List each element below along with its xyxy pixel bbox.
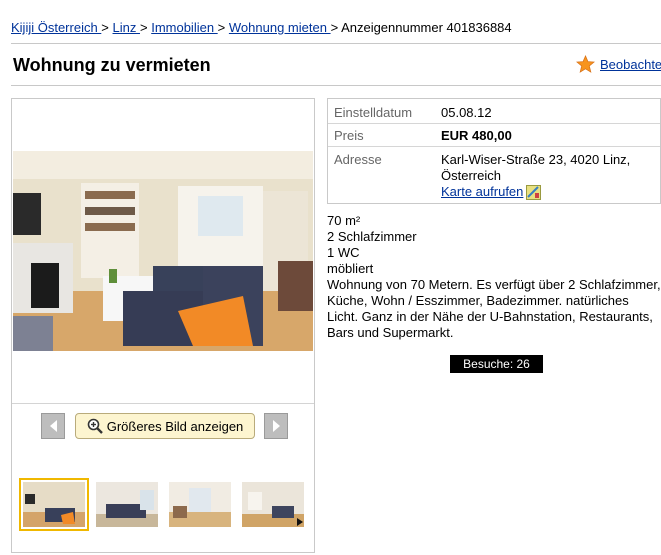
star-icon bbox=[576, 55, 595, 73]
date-value: 05.08.12 bbox=[441, 105, 492, 120]
enlarge-image-button[interactable]: Größeres Bild anzeigen bbox=[75, 413, 255, 439]
thumbnail-1[interactable] bbox=[19, 478, 89, 531]
breadcrumb-current: Anzeigennummer 401836884 bbox=[341, 20, 512, 35]
wc-text: 1 WC bbox=[327, 245, 360, 260]
price-value: EUR 480,00 bbox=[441, 128, 512, 143]
map-icon[interactable] bbox=[526, 184, 542, 200]
breadcrumb-link-wohnung-mieten[interactable]: Wohnung mieten bbox=[229, 20, 331, 35]
breadcrumb: Kijiji Österreich > Linz > Immobilien > … bbox=[11, 20, 512, 35]
watch-link[interactable]: Beobachte bbox=[600, 57, 661, 72]
breadcrumb-link-immobilien[interactable]: Immobilien bbox=[151, 20, 217, 35]
address-label: Adresse bbox=[334, 152, 382, 167]
breadcrumb-separator: > bbox=[217, 20, 226, 35]
previous-image-button[interactable] bbox=[41, 413, 65, 439]
address-line-1: Karl-Wiser-Straße 23, 4020 Linz, bbox=[441, 152, 631, 167]
bedrooms-text: 2 Schlafzimmer bbox=[327, 229, 417, 244]
map-link-row: Karte aufrufen bbox=[441, 184, 630, 200]
divider bbox=[328, 146, 660, 147]
main-photo[interactable] bbox=[13, 151, 313, 351]
address-line-2: Österreich bbox=[441, 168, 501, 183]
thumbnail-3[interactable] bbox=[169, 482, 231, 527]
breadcrumb-link-linz[interactable]: Linz bbox=[113, 20, 140, 35]
zoom-in-icon bbox=[87, 418, 103, 434]
next-image-button[interactable] bbox=[264, 413, 288, 439]
breadcrumb-separator: > bbox=[139, 20, 148, 35]
page-title: Wohnung zu vermieten bbox=[13, 55, 211, 75]
thumbnail-4[interactable] bbox=[242, 482, 304, 527]
arrow-left-icon bbox=[49, 420, 57, 432]
divider bbox=[12, 403, 314, 404]
breadcrumb-separator: > bbox=[101, 20, 109, 35]
photo-gallery: Größeres Bild anzeigen bbox=[11, 98, 315, 553]
thumbnail-2[interactable] bbox=[96, 482, 158, 527]
map-link[interactable]: Karte aufrufen bbox=[441, 184, 523, 200]
area-text: 70 m² bbox=[327, 213, 361, 228]
visit-counter: Besuche: 26 bbox=[450, 355, 543, 373]
price-label: Preis bbox=[334, 128, 364, 143]
furnished-text: möbliert bbox=[327, 261, 374, 276]
divider bbox=[11, 43, 661, 44]
watch-button[interactable]: Beobachte bbox=[576, 55, 661, 74]
details-box: Einstelldatum 05.08.12 Preis EUR 480,00 … bbox=[327, 98, 661, 204]
date-label: Einstelldatum bbox=[334, 105, 413, 120]
description-text: Wohnung von 70 Metern. Es verfügt über 2… bbox=[327, 277, 661, 340]
breadcrumb-separator: > bbox=[330, 20, 339, 35]
breadcrumb-link-kijiji[interactable]: Kijiji Österreich bbox=[11, 20, 101, 35]
divider bbox=[11, 85, 661, 86]
enlarge-image-label: Größeres Bild anzeigen bbox=[106, 418, 244, 434]
description: 70 m² 2 Schlafzimmer 1 WC möbliert Wohnu… bbox=[327, 213, 661, 341]
divider bbox=[328, 123, 660, 124]
arrow-right-icon bbox=[272, 420, 280, 432]
address-value: Karl-Wiser-Straße 23, 4020 Linz, Österre… bbox=[441, 152, 630, 200]
